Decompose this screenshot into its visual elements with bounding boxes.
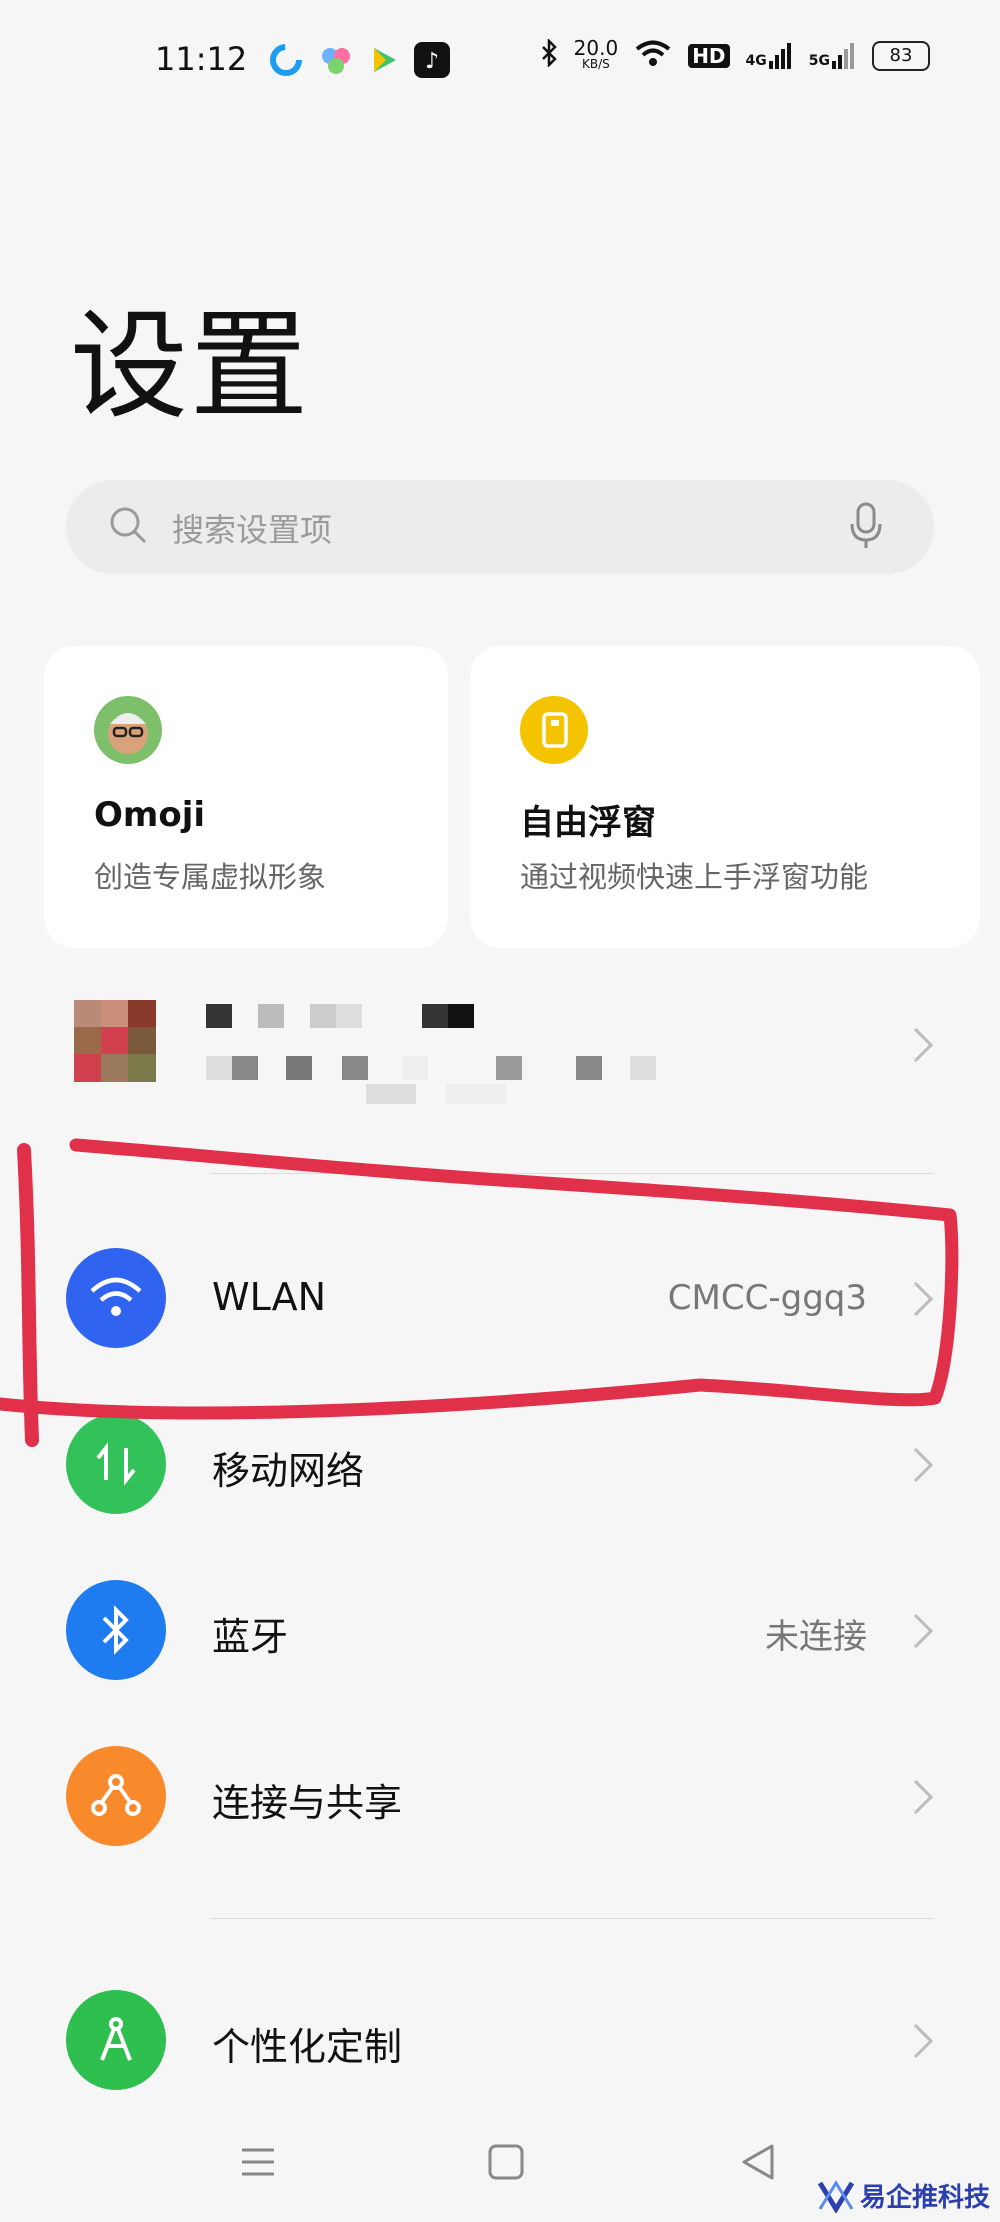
video-app-icon (366, 42, 402, 78)
mobile-network-label: 移动网络 (212, 1449, 365, 1493)
wlan-network-value: CMCC-ggq3 (667, 1278, 867, 1318)
net-5g-label: 5G (808, 52, 830, 69)
floating-window-card-subtitle: 通过视频快速上手浮窗功能 (520, 860, 869, 894)
chevron-right-icon (912, 1778, 934, 1816)
settings-row-personalization[interactable] (60, 1982, 960, 2102)
app-notification-icon (268, 42, 304, 78)
tiktok-icon: ♪ (414, 42, 450, 78)
omoji-card-subtitle: 创造专属虚拟形象 (94, 860, 327, 894)
bluetooth-status-icon (540, 37, 558, 72)
page-title: 设置 (70, 297, 311, 435)
omoji-card-title: Omoji (94, 795, 205, 835)
floating-window-card-title: 自由浮窗 (520, 803, 656, 843)
net-4g-label: 4G (745, 52, 767, 69)
wlan-label: WLAN (212, 1275, 327, 1319)
status-time: 11:12 (155, 40, 248, 78)
avatar (74, 1000, 156, 1086)
floating-window-icon (520, 696, 588, 764)
watermark-icon (817, 2179, 854, 2213)
wifi-status-icon (634, 38, 672, 73)
menu-icon[interactable] (238, 2142, 278, 2182)
chevron-right-icon (912, 1612, 934, 1650)
connection-sharing-label: 连接与共享 (212, 1781, 403, 1825)
watermark-text: 易企推科技 (859, 2183, 990, 2213)
wifi-icon (66, 1248, 166, 1348)
battery-indicator: 83 (872, 40, 930, 71)
obscured-account-name (206, 1004, 706, 1118)
signal-5g-icon: 5G (808, 42, 856, 69)
chevron-right-icon (912, 2022, 934, 2060)
bluetooth-status-value: 未连接 (765, 1617, 867, 1657)
personalization-label: 个性化定制 (212, 2025, 403, 2069)
bluetooth-label: 蓝牙 (212, 1615, 289, 1659)
app-notification-icon (318, 42, 354, 78)
hd-badge: HD (688, 43, 730, 68)
divider (210, 1173, 934, 1174)
back-icon[interactable] (738, 2142, 778, 2182)
connection-share-icon (66, 1746, 166, 1846)
omoji-avatar-icon (94, 696, 162, 764)
chevron-right-icon (912, 1280, 934, 1318)
watermark-logo: 易企推科技 (817, 2177, 990, 2214)
microphone-icon[interactable] (848, 502, 884, 550)
network-speed: 20.0 KB/S (574, 38, 619, 72)
divider (210, 1918, 934, 1919)
search-icon (108, 505, 148, 545)
personalize-icon (66, 1990, 166, 2090)
status-right: 20.0 KB/S HD 4G 5G 83 (540, 38, 930, 73)
home-icon[interactable] (486, 2142, 526, 2182)
chevron-right-icon (912, 1446, 934, 1484)
bluetooth-icon (66, 1580, 166, 1680)
settings-row-connection-sharing[interactable] (60, 1738, 960, 1858)
mobile-data-icon (66, 1414, 166, 1514)
svg-text:♪: ♪ (425, 49, 439, 74)
chevron-right-icon (912, 1026, 934, 1064)
search-placeholder[interactable]: 搜索设置项 (172, 505, 332, 551)
signal-4g-icon: 4G (745, 42, 793, 69)
settings-row-mobile-network[interactable] (60, 1405, 960, 1525)
